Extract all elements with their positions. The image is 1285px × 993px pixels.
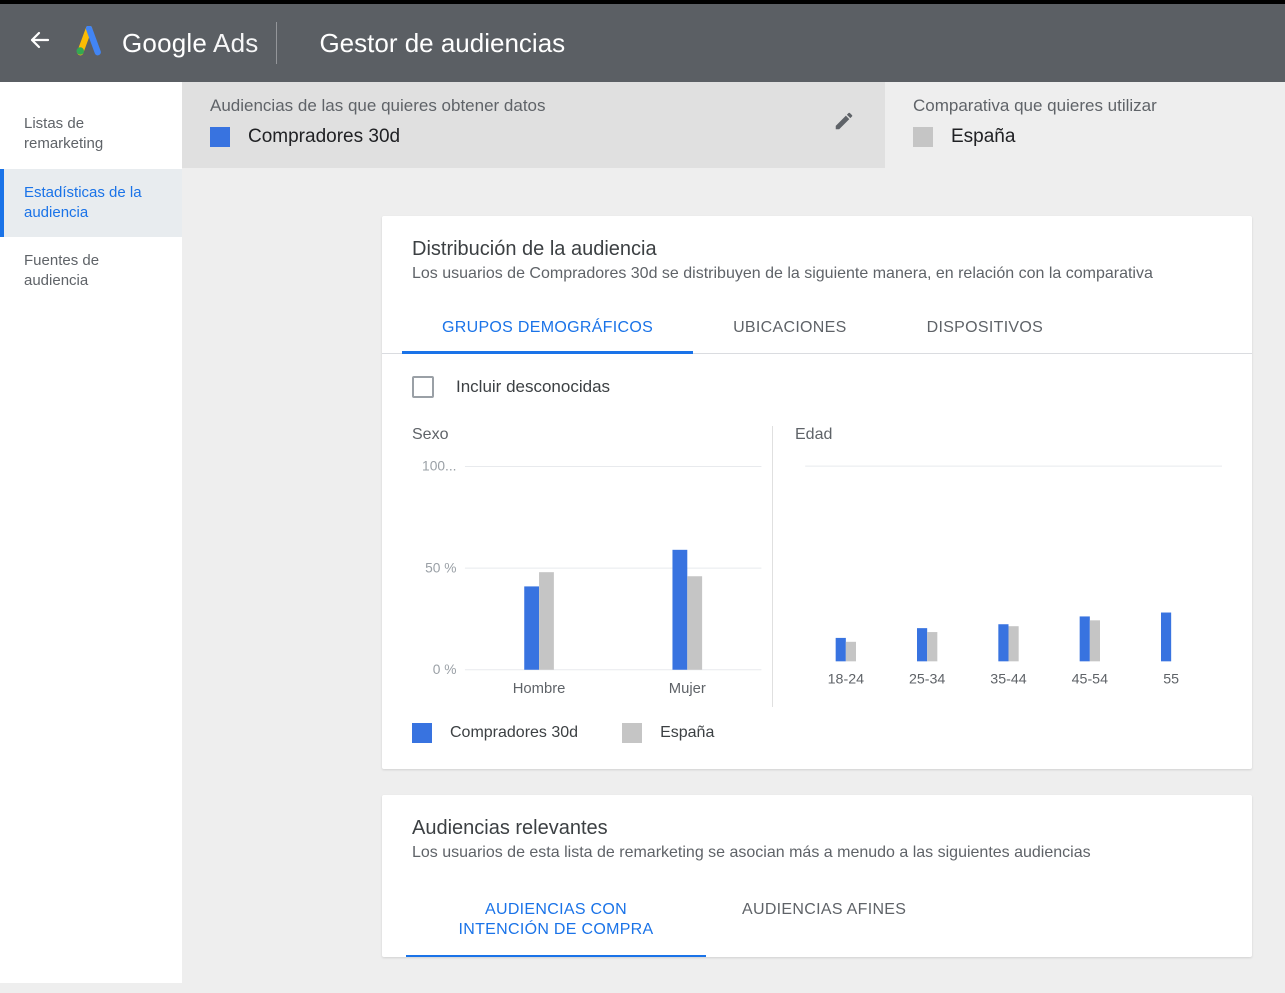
pencil-icon[interactable]	[833, 110, 855, 139]
audience-color-chip	[210, 127, 230, 147]
audience-value: Compradores 30d	[248, 126, 400, 148]
google-ads-logo-icon	[74, 26, 104, 61]
svg-text:55: 55	[1163, 672, 1179, 688]
audience-selector-label: Audiencias de las que quieres obtener da…	[210, 96, 857, 116]
tab-affinity[interactable]: AUDIENCIAS AFINES	[706, 886, 942, 958]
brand-text: Google Ads	[122, 28, 258, 59]
include-unknown-label: Incluir desconocidas	[456, 377, 610, 397]
chart-age: 18-24 25-34 35-44 45-54 55	[795, 458, 1222, 692]
selector-bar: Audiencias de las que quieres obtener da…	[182, 82, 1285, 168]
benchmark-value: España	[951, 126, 1015, 148]
relevant-subtitle: Los usuarios de esta lista de remarketin…	[412, 844, 1222, 862]
include-unknown-checkbox[interactable]	[412, 376, 434, 398]
svg-text:18-24: 18-24	[828, 672, 864, 688]
benchmark-selector[interactable]: Comparativa que quieres utilizar España	[885, 82, 1285, 168]
dist-title: Distribución de la audiencia	[412, 238, 1222, 261]
relevant-title: Audiencias relevantes	[412, 817, 1222, 840]
sidebar-item-remarketing[interactable]: Listas de remarketing	[0, 100, 182, 169]
benchmark-color-chip	[913, 127, 933, 147]
sidebar-item-sources[interactable]: Fuentes de audiencia	[0, 237, 182, 306]
back-arrow-icon[interactable]	[28, 28, 52, 59]
tab-locations[interactable]: UBICACIONES	[693, 307, 887, 353]
chart-age-title: Edad	[795, 426, 1222, 444]
dist-subtitle: Los usuarios de Compradores 30d se distr…	[412, 265, 1222, 283]
svg-text:100...: 100...	[422, 459, 456, 474]
relevant-tabs: AUDIENCIAS CON INTENCIÓN DE COMPRA AUDIE…	[382, 886, 1252, 958]
page-title: Gestor de audiencias	[319, 28, 565, 59]
tab-demographics[interactable]: GRUPOS DEMOGRÁFICOS	[402, 307, 693, 354]
relevant-card: Audiencias relevantes Los usuarios de es…	[382, 795, 1252, 958]
svg-text:50 %: 50 %	[425, 560, 456, 575]
benchmark-selector-label: Comparativa que quieres utilizar	[913, 96, 1257, 116]
svg-text:0 %: 0 %	[433, 662, 457, 677]
app-header: Google Ads Gestor de audiencias	[0, 4, 1285, 82]
header-divider	[276, 22, 277, 64]
distribution-card: Distribución de la audiencia Los usuario…	[382, 216, 1252, 769]
audience-selector[interactable]: Audiencias de las que quieres obtener da…	[182, 82, 885, 168]
chart-sex: 0 % 50 % 100... Hombre Mujer	[412, 458, 772, 702]
legend-blue-square	[412, 723, 432, 743]
svg-text:Hombre: Hombre	[513, 681, 566, 697]
svg-text:45-54: 45-54	[1072, 672, 1108, 688]
chart-sex-title: Sexo	[412, 426, 772, 444]
legend-label-2: España	[660, 724, 714, 742]
legend-label-1: Compradores 30d	[450, 724, 578, 742]
tab-in-market[interactable]: AUDIENCIAS CON INTENCIÓN DE COMPRA	[406, 886, 706, 958]
chart-legend: Compradores 30d España	[412, 723, 1222, 743]
sidebar: Listas de remarketing Estadísticas de la…	[0, 82, 182, 983]
svg-text:Mujer: Mujer	[669, 681, 706, 697]
svg-text:35-44: 35-44	[990, 672, 1026, 688]
dist-tabs: GRUPOS DEMOGRÁFICOS UBICACIONES DISPOSIT…	[382, 307, 1252, 354]
legend-gray-square	[622, 723, 642, 743]
sidebar-item-stats[interactable]: Estadísticas de la audiencia	[0, 169, 182, 238]
svg-text:25-34: 25-34	[909, 672, 945, 688]
tab-devices[interactable]: DISPOSITIVOS	[887, 307, 1084, 353]
